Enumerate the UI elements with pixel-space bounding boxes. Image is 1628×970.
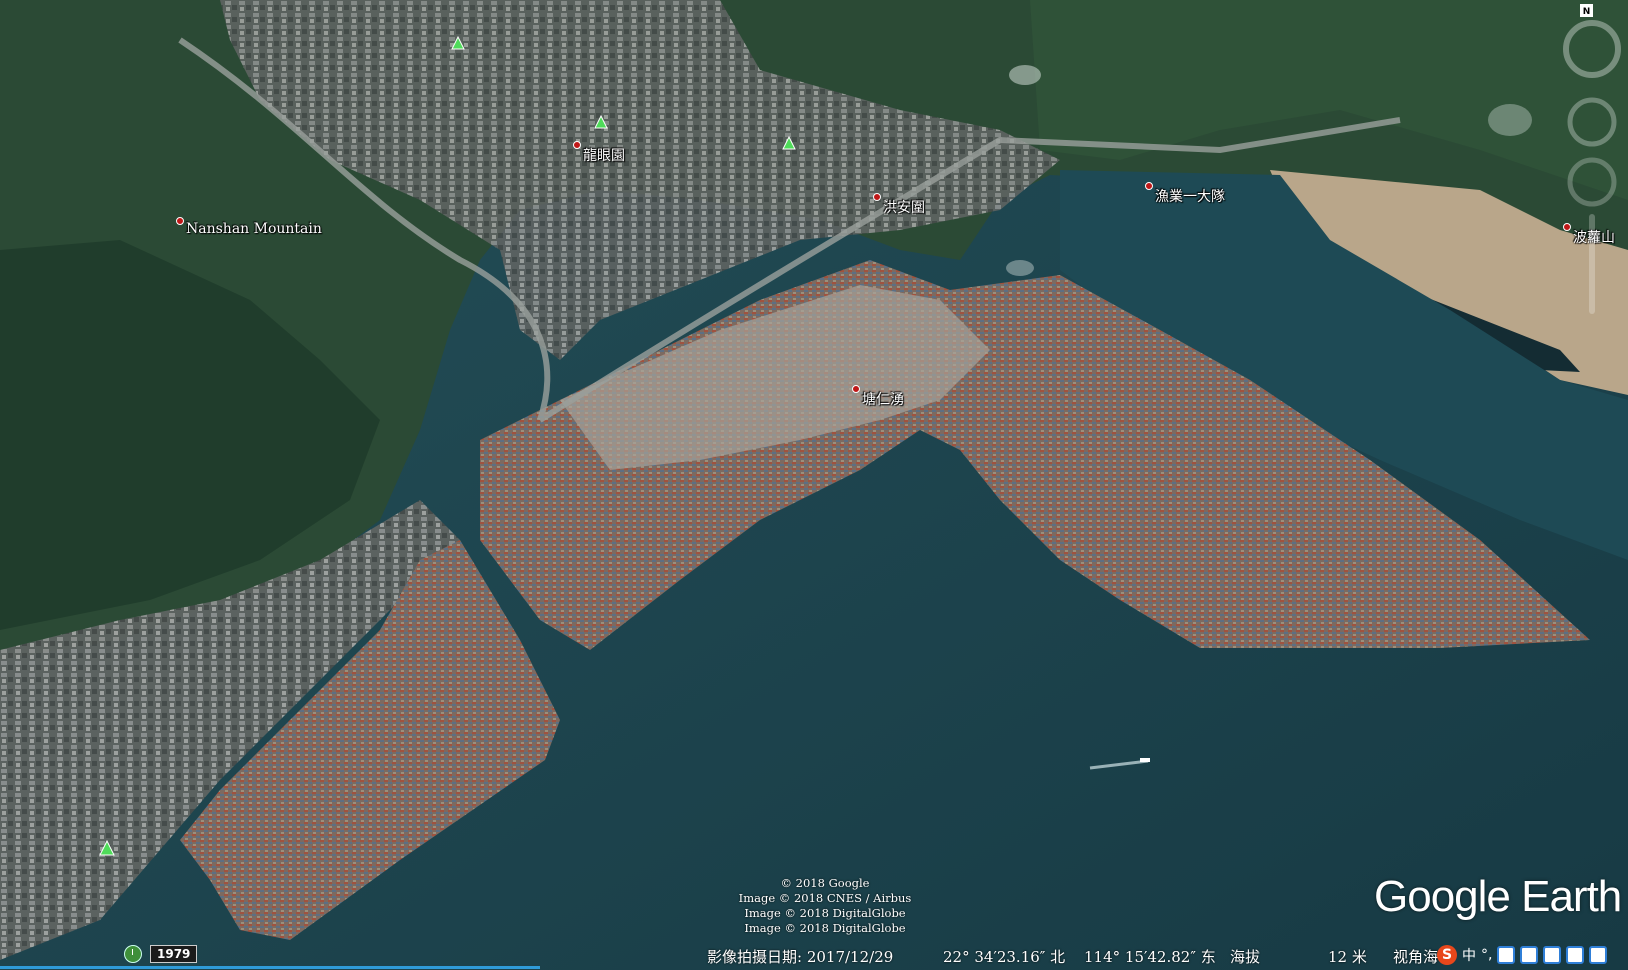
place-name: Nanshan Mountain <box>186 221 322 237</box>
place-name: 洪安圍 <box>883 200 925 216</box>
shirt-icon[interactable] <box>1589 946 1608 964</box>
attribution-line: Image © 2018 CNES / Airbus <box>738 891 912 905</box>
compass-letter: N <box>1583 7 1591 17</box>
attribution-line: Image © 2018 DigitalGlobe <box>744 906 906 920</box>
cloud <box>1009 65 1041 85</box>
look-joystick-icon[interactable] <box>1567 97 1617 147</box>
compass-ring-icon[interactable] <box>1563 20 1621 78</box>
cloud <box>1006 260 1034 276</box>
tree-marker-icon[interactable] <box>782 136 796 150</box>
imagery-attribution: © 2018 Google Image © 2018 CNES / Airbus… <box>700 876 950 936</box>
emoji-icon[interactable] <box>1497 946 1516 964</box>
navigation-controls[interactable]: N <box>1562 4 1622 324</box>
place-label-hongan[interactable]: 洪安圍 <box>873 193 925 217</box>
year-badge[interactable]: 1979 <box>150 945 198 963</box>
elevation-value: 12 米 <box>1328 948 1367 966</box>
sogou-logo-icon[interactable]: S <box>1437 945 1457 965</box>
ship <box>1140 758 1150 762</box>
place-label-yuye[interactable]: 漁業一大隊 <box>1145 182 1225 206</box>
latitude-readout: 22° 34′23.16″ 北 <box>943 948 1066 966</box>
microphone-icon[interactable] <box>1520 946 1539 964</box>
ime-language[interactable]: 中 <box>1462 945 1476 965</box>
map-viewport[interactable]: Nanshan Mountain 龍眼園 洪安圍 漁業一大隊 塘仁湧 波蘿山 N… <box>0 0 1628 970</box>
capture-date: 影像拍摄日期: 2017/12/29 <box>707 948 894 966</box>
tree-marker-icon[interactable] <box>99 840 115 856</box>
attribution-line: © 2018 Google <box>780 876 870 890</box>
place-label-nanshan[interactable]: Nanshan Mountain <box>176 217 322 237</box>
elevation-label: 海拔 <box>1230 948 1261 966</box>
ime-punctuation[interactable]: °, <box>1481 947 1492 963</box>
google-earth-logo: Google Earth <box>1374 872 1622 921</box>
place-pin-icon <box>873 193 881 201</box>
place-label-tangren[interactable]: 塘仁湧 <box>852 385 904 409</box>
place-name: 塘仁湧 <box>862 392 904 408</box>
place-pin-icon <box>1145 182 1153 190</box>
loading-progress-bar <box>0 966 540 969</box>
place-label-longyan[interactable]: 龍眼園 <box>573 141 625 165</box>
tree-marker-icon[interactable] <box>451 36 465 50</box>
zoom-slider[interactable] <box>1589 214 1595 314</box>
user-icon[interactable] <box>1566 946 1585 964</box>
place-pin-icon <box>573 141 581 149</box>
keyboard-icon[interactable] <box>1543 946 1562 964</box>
tree-marker-icon[interactable] <box>594 115 608 129</box>
attribution-line: Image © 2018 DigitalGlobe <box>744 921 906 935</box>
clock-icon[interactable] <box>124 945 142 963</box>
place-pin-icon <box>852 385 860 393</box>
place-name: 漁業一大隊 <box>1155 189 1225 205</box>
move-joystick-icon[interactable] <box>1567 157 1617 207</box>
longitude-readout: 114° 15′42.82″ 东 <box>1084 948 1216 966</box>
place-pin-icon <box>176 217 184 225</box>
satellite-imagery[interactable] <box>0 0 1628 970</box>
cloud <box>1488 104 1532 136</box>
view-angle-readout: 视角海 <box>1393 948 1439 966</box>
historical-imagery-control[interactable]: 1979 <box>124 944 198 964</box>
place-name: 龍眼園 <box>583 148 625 164</box>
ime-toolbar[interactable]: S 中 °, <box>1437 940 1628 970</box>
